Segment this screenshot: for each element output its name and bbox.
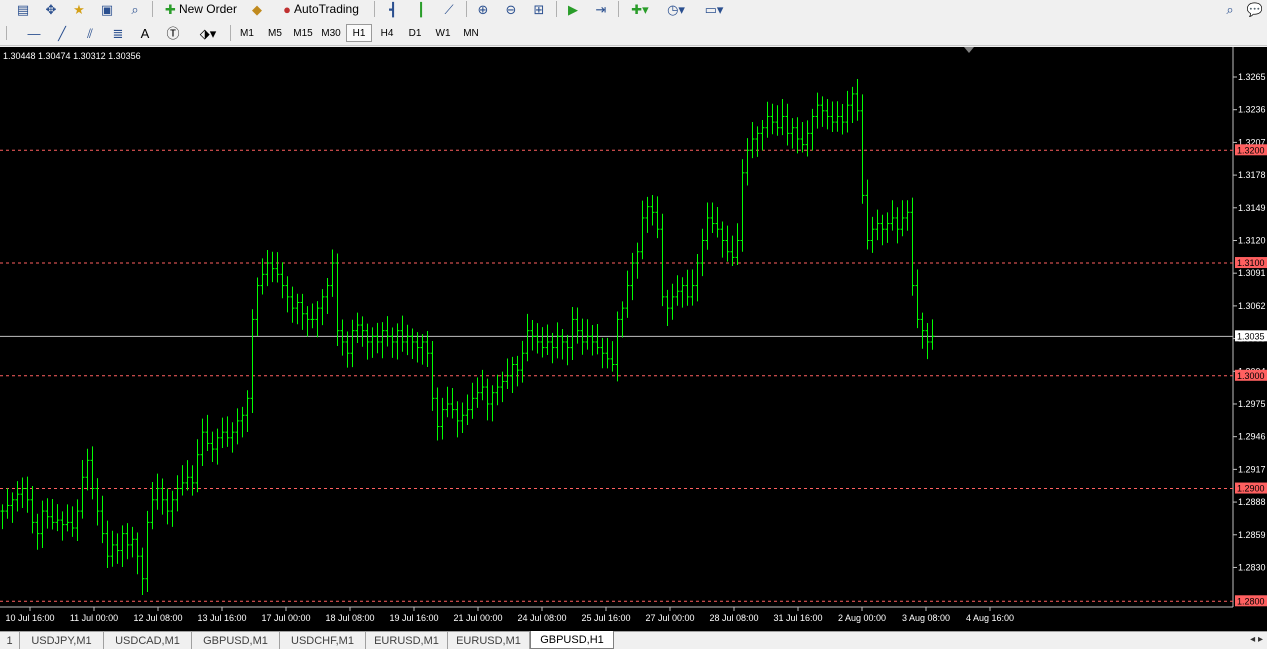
price-level-label: 1.3100 bbox=[1237, 258, 1265, 268]
timeframe-m5-button[interactable]: M5 bbox=[262, 24, 288, 42]
price-chart[interactable]: 1.32651.32361.32071.31781.31491.31201.30… bbox=[0, 47, 1267, 631]
chat-icon[interactable]: 💬 bbox=[1246, 0, 1264, 18]
profiles-icon[interactable]: ▣ bbox=[98, 0, 116, 18]
chart-tab[interactable]: GBPUSD,M1 bbox=[192, 632, 280, 649]
time-tick-label: 17 Jul 00:00 bbox=[261, 613, 310, 623]
chart-tab[interactable]: EURUSD,M1 bbox=[448, 632, 530, 649]
price-level-label: 1.3000 bbox=[1237, 371, 1265, 381]
toolbar-separator bbox=[466, 1, 467, 17]
chart-tabs: 1 USDJPY,M1 USDCAD,M1 GBPUSD,M1 USDCHF,M1 EUR… bbox=[0, 631, 1267, 649]
order-history-icon[interactable]: ◆ bbox=[248, 0, 266, 18]
indicators-icon[interactable]: ✚▾ bbox=[626, 0, 654, 18]
periods-icon[interactable]: ◷▾ bbox=[662, 0, 690, 18]
chart-shift-icon[interactable]: ⇥ bbox=[592, 0, 610, 18]
timeframe-m1-button[interactable]: M1 bbox=[234, 24, 260, 42]
price-tick-label: 1.3091 bbox=[1238, 268, 1266, 278]
time-tick-label: 11 Jul 00:00 bbox=[70, 613, 118, 623]
timeframe-d1-button[interactable]: D1 bbox=[402, 24, 428, 42]
price-tick-label: 1.2975 bbox=[1238, 399, 1266, 409]
bar-chart-icon[interactable]: ┫ bbox=[384, 0, 402, 18]
price-tick-label: 1.2859 bbox=[1238, 530, 1266, 540]
price-level-label: 1.3200 bbox=[1237, 145, 1265, 155]
price-level-label: 1.2900 bbox=[1237, 484, 1265, 494]
time-tick-label: 24 Jul 08:00 bbox=[517, 613, 566, 623]
zoom-out-icon[interactable]: ⊖ bbox=[502, 0, 520, 18]
timeframe-m15-button[interactable]: M15 bbox=[290, 24, 316, 42]
time-tick-label: 21 Jul 00:00 bbox=[453, 613, 502, 623]
price-tick-label: 1.3178 bbox=[1238, 170, 1266, 180]
chart-tab[interactable]: 1 bbox=[0, 632, 20, 649]
autoscroll-icon[interactable]: ▶ bbox=[564, 0, 582, 18]
templates-icon[interactable]: ▭▾ bbox=[698, 0, 730, 18]
time-tick-label: 3 Aug 08:00 bbox=[902, 613, 950, 623]
time-tick-label: 10 Jul 16:00 bbox=[5, 613, 54, 623]
tab-scroll-right-icon[interactable]: ◂ ▸ bbox=[1250, 634, 1263, 645]
time-tick-label: 19 Jul 16:00 bbox=[389, 613, 438, 623]
time-tick-label: 12 Jul 08:00 bbox=[133, 613, 182, 623]
toolbar-separator bbox=[230, 25, 231, 41]
chart-tab[interactable]: USDJPY,M1 bbox=[20, 632, 104, 649]
price-tick-label: 1.2917 bbox=[1238, 464, 1266, 474]
toolbar-separator bbox=[618, 1, 619, 17]
channel-icon[interactable]: ⫽ bbox=[80, 24, 100, 42]
time-tick-label: 18 Jul 08:00 bbox=[325, 613, 374, 623]
favorites-icon[interactable]: ★ bbox=[70, 0, 88, 18]
text-icon[interactable]: A bbox=[136, 24, 154, 42]
line-chart-icon[interactable]: ⟋ bbox=[440, 0, 458, 18]
time-tick-label: 28 Jul 08:00 bbox=[709, 613, 758, 623]
new-order-label: New Order bbox=[178, 2, 237, 16]
toolbar-separator bbox=[374, 1, 375, 17]
new-order-button[interactable]: ✚ New Order bbox=[160, 0, 242, 18]
new-chart-icon[interactable]: ▤ bbox=[14, 0, 32, 18]
text-label-icon[interactable]: Ⓣ bbox=[164, 24, 182, 42]
timeframe-h1-button[interactable]: H1 bbox=[346, 24, 372, 42]
chart-tab[interactable]: GBPUSD,H1 bbox=[530, 631, 614, 649]
chart-tab[interactable]: USDCAD,M1 bbox=[104, 632, 192, 649]
horizontal-line-icon[interactable]: — bbox=[24, 24, 44, 42]
auto-trading-button[interactable]: ● AutoTrading bbox=[274, 0, 368, 18]
time-tick-label: 13 Jul 16:00 bbox=[197, 613, 246, 623]
auto-trading-icon: ● bbox=[283, 1, 291, 17]
price-level-label: 1.2800 bbox=[1237, 596, 1265, 606]
trendline-icon[interactable]: ╱ bbox=[52, 24, 72, 42]
timeframe-h4-button[interactable]: H4 bbox=[374, 24, 400, 42]
crosshair-icon[interactable]: ✥ bbox=[42, 0, 60, 18]
zoom-in-icon[interactable]: ⊕ bbox=[474, 0, 492, 18]
arrows-icon[interactable]: ⬗▾ bbox=[194, 24, 222, 42]
price-tick-label: 1.3149 bbox=[1238, 203, 1266, 213]
chart-shift-marker-icon[interactable] bbox=[964, 47, 974, 53]
toolbar-separator bbox=[152, 1, 153, 17]
timeframe-mn-button[interactable]: MN bbox=[458, 24, 484, 42]
new-order-icon: ✚ bbox=[165, 1, 176, 17]
time-tick-label: 31 Jul 16:00 bbox=[773, 613, 822, 623]
price-tick-label: 1.3120 bbox=[1238, 235, 1266, 245]
price-tick-label: 1.3062 bbox=[1238, 301, 1266, 311]
ohlc-readout: 1.30448 1.30474 1.30312 1.30356 bbox=[3, 51, 141, 61]
price-tick-label: 1.3236 bbox=[1238, 105, 1266, 115]
price-tick-label: 1.3265 bbox=[1238, 72, 1266, 82]
price-tick-label: 1.2946 bbox=[1238, 432, 1266, 442]
main-toolbar: ▤ ✥ ★ ▣ ⌕ ✚ New Order ◆ ● AutoTrading ┫ … bbox=[0, 0, 1267, 20]
auto-trading-label: AutoTrading bbox=[293, 2, 359, 16]
toolbar-separator bbox=[556, 1, 557, 17]
time-tick-label: 25 Jul 16:00 bbox=[581, 613, 630, 623]
chart-tab[interactable]: USDCHF,M1 bbox=[280, 632, 366, 649]
price-tick-label: 1.2830 bbox=[1238, 562, 1266, 572]
candlestick-icon[interactable]: ┃ bbox=[412, 0, 430, 18]
search-icon[interactable]: ⌕ bbox=[1222, 0, 1238, 18]
timeframe-w1-button[interactable]: W1 bbox=[430, 24, 456, 42]
timeframe-m30-button[interactable]: M30 bbox=[318, 24, 344, 42]
tile-windows-icon[interactable]: ⊞ bbox=[530, 0, 548, 18]
time-tick-label: 27 Jul 00:00 bbox=[645, 613, 694, 623]
time-tick-label: 2 Aug 00:00 bbox=[838, 613, 886, 623]
time-tick-label: 4 Aug 16:00 bbox=[966, 613, 1014, 623]
price-tick-label: 1.2888 bbox=[1238, 497, 1266, 507]
fibonacci-icon[interactable]: ≣ bbox=[108, 24, 128, 42]
drawing-toolbar: — ╱ ⫽ ≣ A Ⓣ ⬗▾ M1 M5 M15 M30 H1 H4 D1 W1 MN bbox=[0, 20, 1267, 46]
zoom-window-icon[interactable]: ⌕ bbox=[126, 0, 144, 18]
current-price-label: 1.3035 bbox=[1237, 331, 1265, 341]
chart-window[interactable]: 1.3265 1.3236 1.3207 1.3178 1.3149 1.3120 1.30… bbox=[0, 47, 1267, 631]
cursor-line-icon[interactable] bbox=[6, 26, 7, 40]
chart-tab[interactable]: EURUSD,M1 bbox=[366, 632, 448, 649]
